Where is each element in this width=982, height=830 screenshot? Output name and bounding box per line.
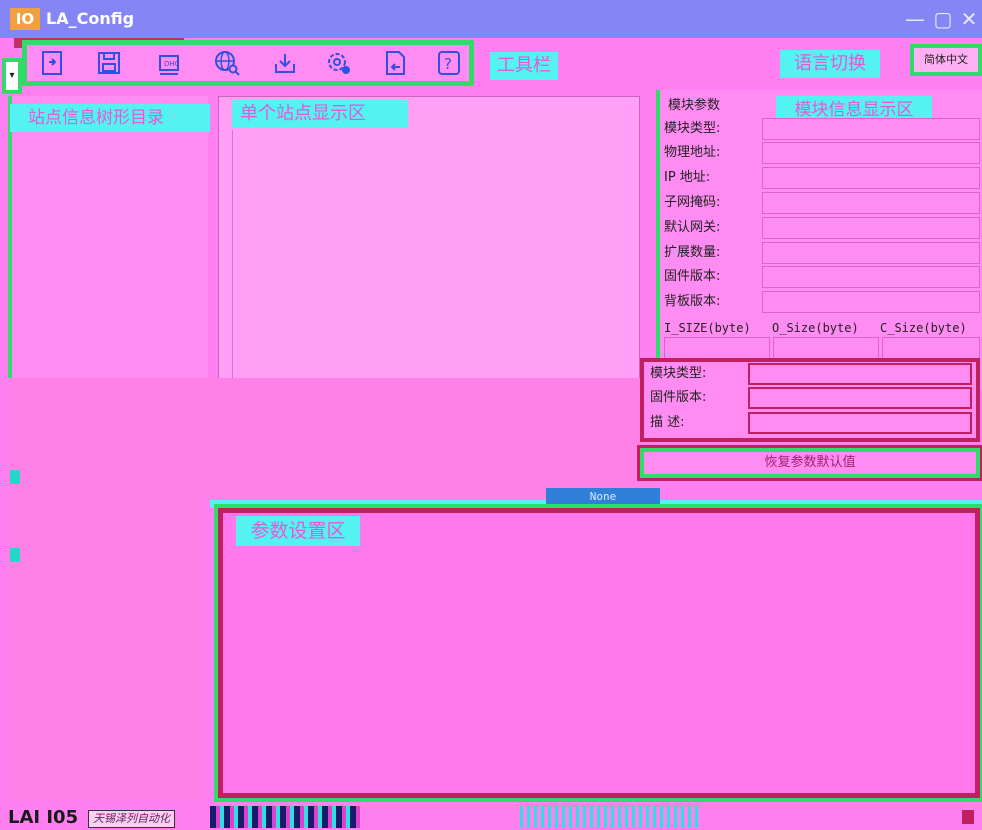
ip-address-field[interactable] [762, 167, 980, 189]
collapse-toggle[interactable]: ▾ [2, 58, 22, 94]
parameter-settings-area[interactable] [214, 504, 982, 802]
brand-logo: LAI I05 [8, 807, 79, 828]
node-display-inner [232, 130, 636, 378]
left-lower-region [8, 378, 202, 800]
site-tree-header: 站点信息树形目录 [10, 104, 210, 132]
title-bar [0, 0, 982, 38]
firmware-version-field[interactable] [762, 266, 980, 288]
input-size-field[interactable] [664, 337, 770, 359]
output-size-field[interactable] [773, 337, 879, 359]
node-display-header: 单个站点显示区 [232, 100, 408, 128]
minimize-button[interactable]: — [900, 6, 930, 32]
output-size-label: O_Size(byte) [772, 321, 859, 335]
svg-text:?: ? [444, 55, 452, 73]
window-title: LA_Config [46, 9, 135, 28]
ip-address-label: IP 地址: [664, 170, 711, 185]
edge-marker [10, 470, 20, 484]
sub-firmware-label: 固件版本: [650, 390, 707, 405]
extension-count-field[interactable] [762, 242, 980, 264]
extension-count-label: 扩展数量: [664, 245, 721, 260]
gateway-label: 默认网关: [664, 220, 721, 235]
mac-address-field[interactable] [762, 142, 980, 164]
middle-lower-region [200, 378, 656, 500]
edge-marker [10, 548, 20, 562]
open-file-icon[interactable] [38, 48, 70, 78]
restore-defaults-button[interactable]: 恢复参数默认值 [637, 445, 982, 481]
download-icon[interactable] [270, 48, 302, 78]
description-field[interactable] [748, 412, 972, 434]
settings-icon[interactable] [324, 48, 356, 78]
toolbar-label: 工具栏 [490, 52, 558, 80]
config-size-label: C_Size(byte) [880, 321, 967, 335]
subnet-mask-field[interactable] [762, 192, 980, 214]
backplane-version-label: 背板版本: [664, 294, 721, 309]
sub-module-type-field[interactable] [748, 363, 972, 385]
language-label: 语言切换 [780, 50, 880, 78]
site-tree-pane[interactable] [8, 96, 208, 378]
network-search-icon[interactable] [212, 48, 244, 78]
export-icon[interactable] [380, 48, 412, 78]
module-type-field[interactable] [762, 118, 980, 140]
gateway-field[interactable] [762, 217, 980, 239]
help-icon[interactable]: ? [434, 48, 466, 78]
sub-firmware-field[interactable] [748, 387, 972, 409]
status-ticks [520, 806, 700, 828]
app-icon: IO [10, 8, 40, 30]
sub-module-type-label: 模块类型: [650, 366, 707, 381]
resize-grip-icon[interactable] [962, 810, 974, 824]
config-size-field[interactable] [882, 337, 980, 359]
module-type-label: 模块类型: [664, 121, 721, 136]
module-params-title: 模块参数 [668, 98, 721, 113]
subnet-mask-label: 子网掩码: [664, 195, 721, 210]
input-size-label: I_SIZE(byte) [664, 321, 751, 335]
scan-device-icon[interactable]: DHC [154, 48, 186, 78]
close-button[interactable]: ✕ [954, 6, 982, 32]
tab-none[interactable]: None [546, 488, 660, 506]
status-text: 天锡泽列自动化 [88, 810, 175, 828]
mac-address-label: 物理地址: [664, 145, 721, 160]
parameter-settings-header: 参数设置区 [236, 516, 360, 546]
status-strip [210, 806, 360, 828]
description-label: 描 述: [650, 415, 685, 430]
language-select[interactable]: 简体中文 [910, 44, 982, 76]
backplane-version-field[interactable] [762, 291, 980, 313]
firmware-version-label: 固件版本: [664, 269, 721, 284]
svg-text:DHC: DHC [164, 60, 180, 68]
save-icon[interactable] [94, 48, 126, 78]
